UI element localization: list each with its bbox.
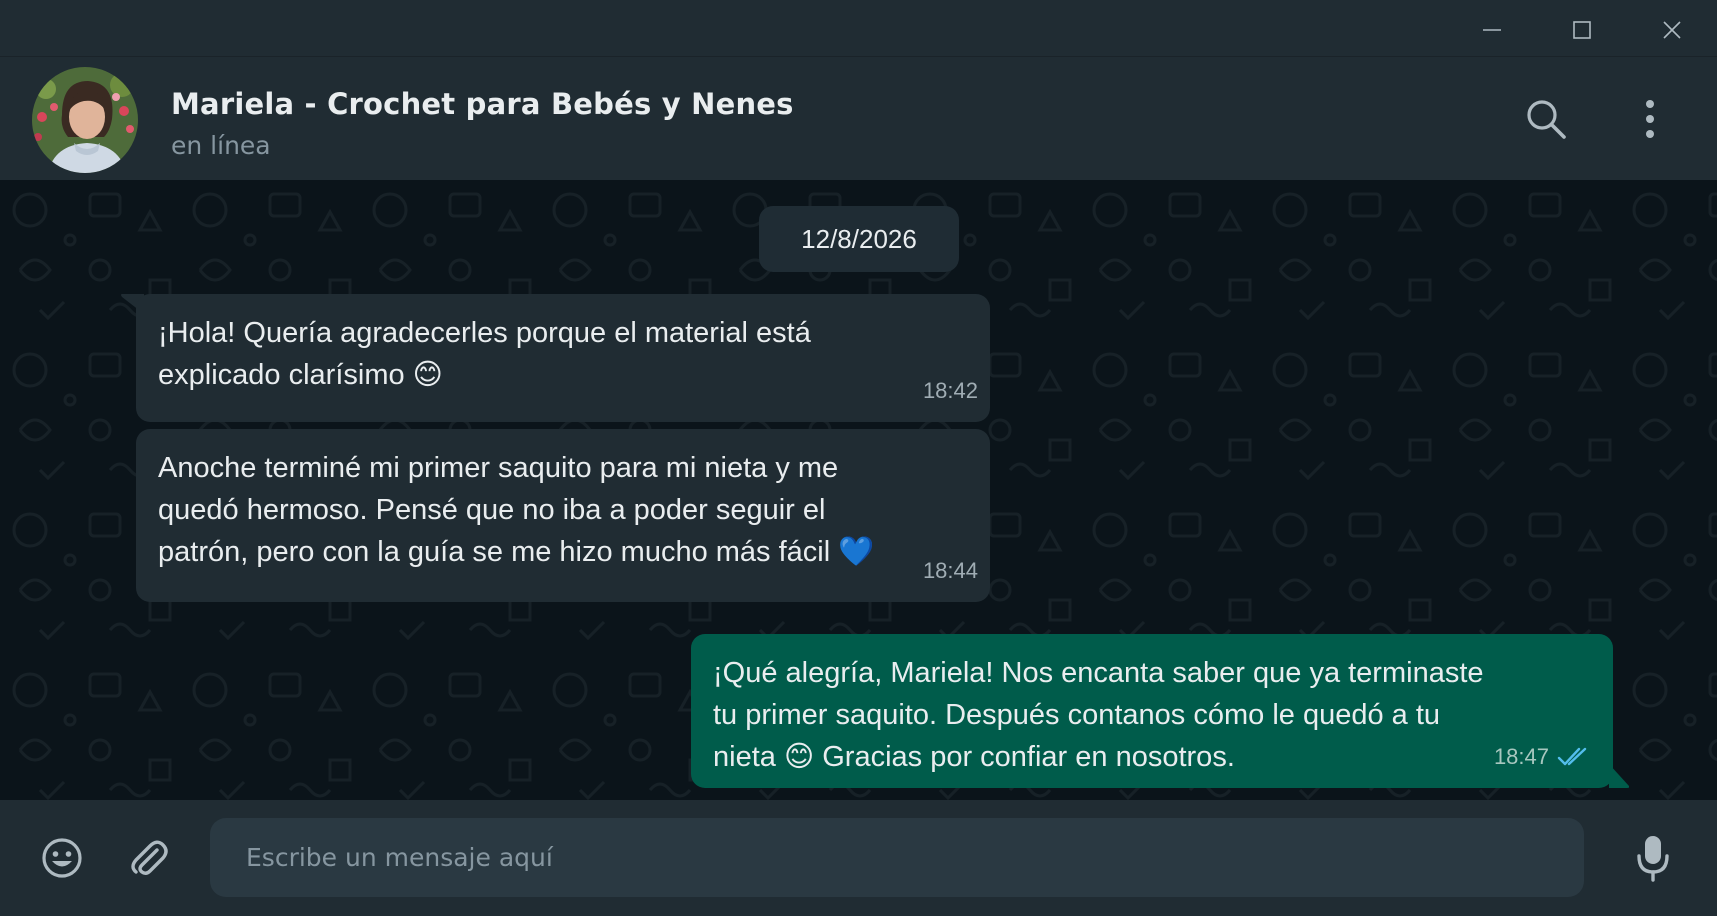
message-line: nieta 😊 Gracias por confiar en nosotros. xyxy=(713,741,1235,773)
window-titlebar xyxy=(0,0,1717,56)
date-chip: 12/8/2026 xyxy=(759,206,959,272)
emoji-icon[interactable] xyxy=(36,832,88,884)
double-check-read-icon xyxy=(1557,747,1587,766)
message-outgoing[interactable]: ¡Qué alegría, Mariela! Nos encanta saber… xyxy=(691,634,1613,788)
search-icon[interactable] xyxy=(1520,93,1572,145)
message-time: 18:47 xyxy=(1493,744,1549,769)
minimize-icon[interactable] xyxy=(1466,8,1518,52)
more-vertical-icon[interactable] xyxy=(1632,93,1668,145)
microphone-icon[interactable] xyxy=(1630,830,1676,886)
message-time: 18:44 xyxy=(922,558,978,583)
message-composer xyxy=(0,800,1717,916)
close-icon[interactable] xyxy=(1646,8,1698,52)
maximize-icon[interactable] xyxy=(1556,8,1608,52)
contact-name[interactable]: Mariela - Crochet para Bebés y Nenes xyxy=(171,87,794,121)
message-line: patrón, pero con la guía se me hizo much… xyxy=(158,536,875,568)
message-line: ¡Hola! Quería agradecerles porque el mat… xyxy=(158,317,811,349)
message-line: Anoche terminé mi primer saquito para mi… xyxy=(158,452,839,484)
message-incoming[interactable]: Anoche terminé mi primer saquito para mi… xyxy=(136,429,990,602)
message-line: explicado clarísimo 😊 xyxy=(158,359,443,391)
contact-status: en línea xyxy=(171,131,271,160)
avatar[interactable] xyxy=(32,67,138,173)
message-input[interactable] xyxy=(210,818,1584,897)
chat-area[interactable]: 12/8/2026 ¡Hola! Quería agradecerles por… xyxy=(0,180,1717,800)
message-incoming[interactable]: ¡Hola! Quería agradecerles porque el mat… xyxy=(136,294,990,422)
message-line: tu primer saquito. Después contanos cómo… xyxy=(713,699,1441,731)
message-line: ¡Qué alegría, Mariela! Nos encanta saber… xyxy=(713,657,1484,689)
message-line: quedó hermoso. Pensé que no iba a poder … xyxy=(158,494,826,526)
message-time: 18:42 xyxy=(922,378,978,403)
chat-header: Mariela - Crochet para Bebés y Nenes en … xyxy=(0,56,1717,180)
paperclip-icon[interactable] xyxy=(122,832,174,884)
